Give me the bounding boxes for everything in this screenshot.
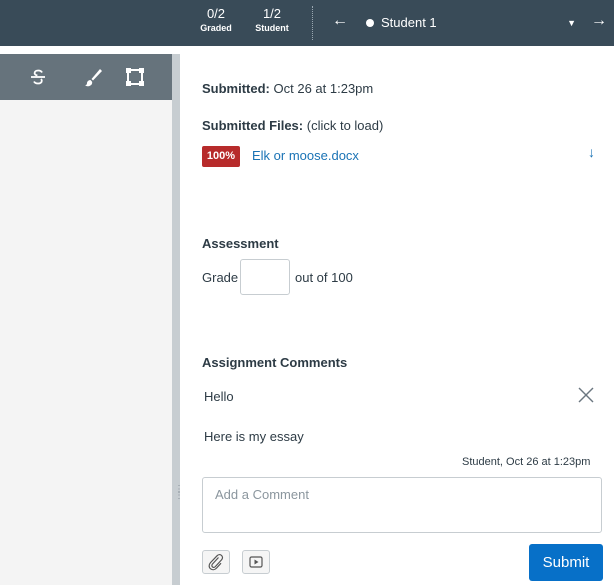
left-arrow-icon[interactable]: ←	[332, 12, 348, 30]
selected-student-name: Student 1	[381, 15, 437, 30]
download-arrow-icon[interactable]: ↓	[588, 144, 595, 160]
media-record-button[interactable]	[242, 550, 270, 574]
assessment-heading: Assessment	[202, 236, 279, 251]
comment-text: Hello	[204, 389, 234, 404]
submitted-files-row: Submitted Files: (click to load)	[202, 118, 383, 133]
paperclip-icon	[208, 554, 224, 571]
document-preview-pane	[0, 54, 172, 585]
resize-grip-icon[interactable]: ⋮ ⋮	[174, 485, 184, 501]
student-selector[interactable]: Student 1 ▼	[366, 12, 584, 34]
submitted-date: Oct 26 at 1:23pm	[273, 81, 374, 96]
strikethrough-icon[interactable]	[25, 64, 51, 90]
grade-out-of: out of 100	[295, 270, 353, 285]
pane-resize-divider[interactable]	[172, 54, 180, 585]
chevron-down-icon: ▼	[567, 18, 576, 28]
comment-text: Here is my essay	[204, 429, 304, 444]
comments-heading: Assignment Comments	[202, 355, 348, 370]
submitted-row: Submitted: Oct 26 at 1:23pm	[202, 81, 373, 96]
submitted-files-hint: (click to load)	[306, 118, 384, 133]
file-score-badge: 100%	[202, 146, 240, 167]
add-comment-input[interactable]	[202, 477, 602, 533]
student-label: Student	[255, 23, 289, 33]
top-bar: 0/2 Graded 1/2 Student ← Student 1 ▼ →	[0, 0, 614, 46]
submit-comment-button[interactable]: Submit	[529, 544, 603, 581]
media-icon	[249, 556, 263, 568]
student-status-dot	[366, 19, 374, 27]
graded-count: 0/2	[206, 6, 226, 21]
grade-label: Grade	[202, 270, 239, 285]
annotation-toolbar	[0, 54, 172, 100]
student-count: 1/2	[262, 6, 282, 21]
submitted-label: Submitted:	[202, 81, 270, 96]
submitted-file-link[interactable]: Elk or moose.docx	[252, 148, 359, 163]
grade-input[interactable]	[240, 259, 290, 295]
attach-button[interactable]	[202, 550, 230, 574]
graded-label: Graded	[200, 23, 232, 33]
graded-counter: 0/2 Graded	[196, 6, 236, 35]
student-counter: 1/2 Student	[250, 6, 294, 35]
close-icon[interactable]	[576, 385, 596, 405]
submitted-files-label: Submitted Files:	[202, 118, 304, 133]
header-divider	[312, 6, 313, 40]
comment-meta: Student, Oct 26 at 1:23pm	[462, 456, 591, 468]
rectangle-icon[interactable]	[122, 64, 148, 90]
brush-icon[interactable]	[79, 64, 105, 90]
right-arrow-icon[interactable]: →	[591, 12, 607, 30]
